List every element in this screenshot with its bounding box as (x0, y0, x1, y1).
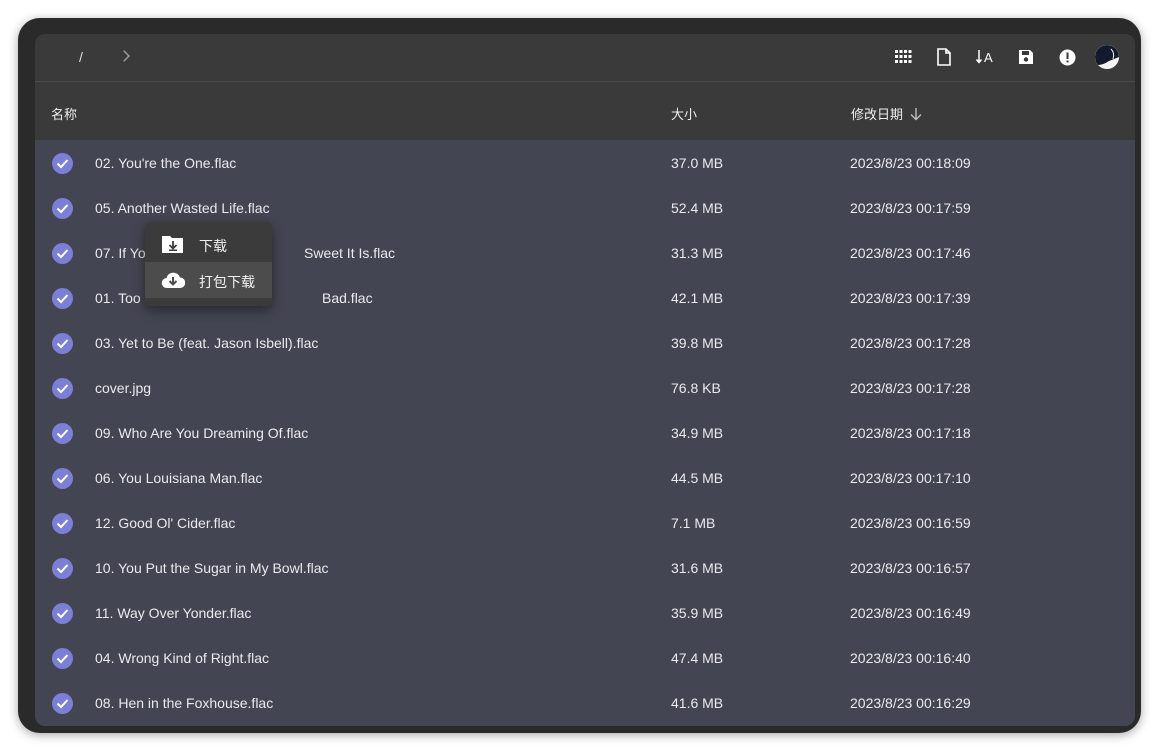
file-size: 39.8 MB (671, 335, 724, 351)
column-header: 名称 大小 修改日期 (35, 83, 1135, 139)
file-size: 35.9 MB (671, 605, 724, 621)
file-size: 42.1 MB (671, 290, 724, 306)
file-size: 76.8 KB (671, 380, 721, 396)
table-row[interactable]: 09. Who Are You Dreaming Of.flac 34.9 MB 2… (35, 411, 1135, 456)
column-size-header[interactable]: 大小 (671, 104, 697, 123)
file-modified-date: 2023/8/23 00:16:57 (850, 560, 971, 576)
file-size: 52.4 MB (671, 200, 724, 216)
file-size: 31.6 MB (671, 560, 724, 576)
file-modified-date: 2023/8/23 00:18:09 (850, 155, 971, 171)
column-date-header[interactable]: 修改日期 (851, 104, 923, 123)
save-button[interactable] (1013, 44, 1039, 70)
file-size: 47.4 MB (671, 650, 724, 666)
table-row[interactable]: 11. Way Over Yonder.flac 35.9 MB 2023/8/23… (35, 591, 1135, 636)
checkbox-checked-icon[interactable] (52, 288, 73, 309)
file-size: 44.5 MB (671, 470, 724, 486)
breadcrumb-root[interactable]: / (79, 49, 83, 65)
checkbox-checked-icon[interactable] (52, 243, 73, 264)
arrow-down-icon (910, 107, 922, 120)
file-modified-date: 2023/8/23 00:17:59 (850, 200, 971, 216)
info-button[interactable] (1054, 44, 1080, 70)
table-row[interactable]: 12. Good Ol' Cider.flac 7.1 MB 2023/8/23 0… (35, 501, 1135, 546)
file-name[interactable]: 12. Good Ol' Cider.flac (95, 515, 235, 531)
toolbar: A (875, 44, 1119, 70)
column-date-label: 修改日期 (851, 107, 904, 122)
file-name[interactable]: 07. If Yo (95, 245, 146, 261)
grid-view-button[interactable] (890, 44, 916, 70)
table-row[interactable]: cover.jpg 76.8 KB 2023/8/23 00:17:28 (35, 366, 1135, 411)
file-name[interactable]: 02. You're the One.flac (95, 155, 236, 171)
table-row[interactable]: 08. Hen in the Foxhouse.flac 41.6 MB 2023/… (35, 681, 1135, 726)
checkbox-checked-icon[interactable] (52, 378, 73, 399)
file-modified-date: 2023/8/23 00:17:18 (850, 425, 971, 441)
file-modified-date: 2023/8/23 00:17:28 (850, 335, 971, 351)
context-menu: 下载 打包下载 (145, 222, 272, 306)
checkbox-checked-icon[interactable] (52, 603, 73, 624)
checkbox-checked-icon[interactable] (52, 333, 73, 354)
file-size: 41.6 MB (671, 695, 724, 711)
sort-alpha-icon: A (976, 50, 993, 65)
file-size: 34.9 MB (671, 425, 724, 441)
sort-button[interactable]: A (972, 44, 998, 70)
file-name[interactable]: 01. Too (95, 290, 141, 306)
file-size: 37.0 MB (671, 155, 724, 171)
file-name[interactable]: 08. Hen in the Foxhouse.flac (95, 695, 273, 711)
file-modified-date: 2023/8/23 00:16:49 (850, 605, 971, 621)
file-modified-date: 2023/8/23 00:17:39 (850, 290, 971, 306)
checkbox-checked-icon[interactable] (52, 558, 73, 579)
column-name-header[interactable]: 名称 (51, 104, 77, 123)
file-modified-date: 2023/8/23 00:16:29 (850, 695, 971, 711)
table-row[interactable]: 10. You Put the Sugar in My Bowl.flac 31.… (35, 546, 1135, 591)
checkbox-checked-icon[interactable] (52, 198, 73, 219)
table-row[interactable]: 03. Yet to Be (feat. Jason Isbell).flac 3… (35, 321, 1135, 366)
folder-download-icon (162, 236, 183, 253)
file-modified-date: 2023/8/23 00:17:46 (850, 245, 971, 261)
avatar-image-icon (1095, 45, 1119, 69)
table-row[interactable]: 02. You're the One.flac 37.0 MB 2023/8/23 … (35, 141, 1135, 186)
file-name[interactable]: 09. Who Are You Dreaming Of.flac (95, 425, 308, 441)
menu-item-download[interactable]: 下载 (145, 226, 272, 262)
checkbox-checked-icon[interactable] (52, 693, 73, 714)
chevron-right-icon[interactable] (117, 47, 135, 65)
file-browser: / A 名称 大小 修改日期 02. You're the One.flac 3… (35, 34, 1135, 726)
file-modified-date: 2023/8/23 00:17:10 (850, 470, 971, 486)
menu-item-label: 打包下载 (199, 274, 255, 290)
file-modified-date: 2023/8/23 00:17:28 (850, 380, 971, 396)
file-select-icon (937, 48, 951, 66)
checkbox-checked-icon[interactable] (52, 513, 73, 534)
file-size: 7.1 MB (671, 515, 716, 531)
select-files-button[interactable] (931, 44, 957, 70)
table-row[interactable]: 04. Wrong Kind of Right.flac 47.4 MB 2023/… (35, 636, 1135, 681)
menu-item-pack-download[interactable]: 打包下载 (145, 262, 272, 298)
file-name[interactable]: 11. Way Over Yonder.flac (95, 605, 251, 621)
info-alert-icon (1059, 49, 1075, 65)
checkbox-checked-icon[interactable] (52, 153, 73, 174)
file-name-tail[interactable]: Bad.flac (322, 290, 373, 306)
file-name[interactable]: 04. Wrong Kind of Right.flac (95, 650, 269, 666)
table-row[interactable]: 06. You Louisiana Man.flac 44.5 MB 2023/8/… (35, 456, 1135, 501)
checkbox-checked-icon[interactable] (52, 423, 73, 444)
file-name[interactable]: 05. Another Wasted Life.flac (95, 200, 270, 216)
top-bar: / A (35, 34, 1135, 82)
cloud-download-icon (161, 272, 185, 289)
file-modified-date: 2023/8/23 00:16:40 (850, 650, 971, 666)
file-name[interactable]: 03. Yet to Be (feat. Jason Isbell).flac (95, 335, 318, 351)
file-name[interactable]: cover.jpg (95, 380, 151, 396)
menu-item-label: 下载 (199, 238, 227, 254)
file-name[interactable]: 10. You Put the Sugar in My Bowl.flac (95, 560, 328, 576)
avatar[interactable] (1095, 45, 1119, 69)
file-name-tail[interactable]: Sweet It Is.flac (304, 245, 395, 261)
file-size: 31.3 MB (671, 245, 724, 261)
checkbox-checked-icon[interactable] (52, 648, 73, 669)
save-icon (1019, 50, 1033, 64)
checkbox-checked-icon[interactable] (52, 468, 73, 489)
svg-text:A: A (984, 50, 993, 65)
grid-view-icon (894, 50, 911, 63)
file-modified-date: 2023/8/23 00:16:59 (850, 515, 971, 531)
file-name[interactable]: 06. You Louisiana Man.flac (95, 470, 262, 486)
